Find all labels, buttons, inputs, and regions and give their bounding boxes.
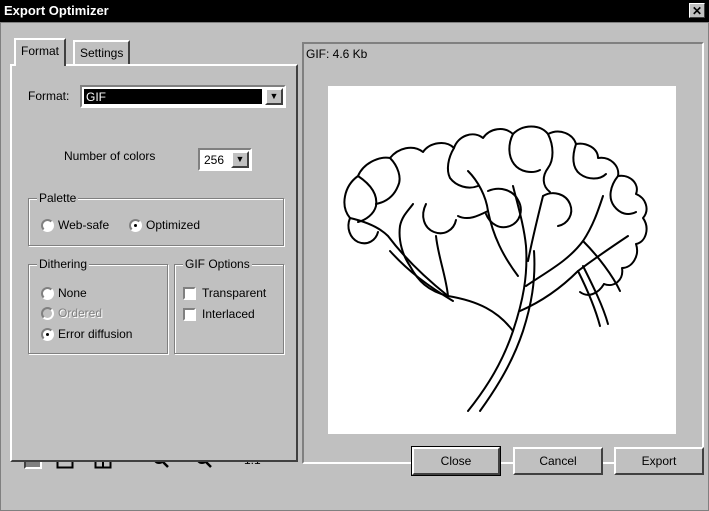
palette-optimized-radio[interactable] xyxy=(129,219,142,232)
preview-info: GIF: 4.6 Kb xyxy=(306,47,368,61)
dithering-error-diffusion-label: Error diffusion xyxy=(58,327,133,341)
dithering-ordered-label: Ordered xyxy=(58,306,103,320)
palette-legend: Palette xyxy=(37,191,79,205)
cancel-button[interactable]: Cancel xyxy=(513,447,603,475)
preview-image[interactable] xyxy=(328,86,676,434)
close-icon[interactable]: ✕ xyxy=(689,3,705,18)
dithering-none-label: None xyxy=(58,286,87,300)
dithering-ordered-radio xyxy=(41,307,54,320)
export-button[interactable]: Export xyxy=(614,447,704,475)
close-button[interactable]: Close xyxy=(411,446,501,476)
transparent-checkbox[interactable] xyxy=(183,287,196,300)
window-title: Export Optimizer xyxy=(4,3,109,18)
tab-settings-label: Settings xyxy=(80,46,124,60)
tab-format-label: Format xyxy=(21,44,60,58)
dithering-none-radio[interactable] xyxy=(41,287,54,300)
format-panel: Format: GIF ▼ Number of colors 256 ▼ Pal… xyxy=(10,64,298,462)
format-label: Format: xyxy=(28,89,70,103)
tab-settings[interactable]: Settings xyxy=(73,40,131,64)
format-select-value: GIF xyxy=(84,89,262,104)
chevron-down-icon[interactable]: ▼ xyxy=(265,88,283,105)
gif-options-group: GIF Options Transparent Interlaced xyxy=(174,257,284,354)
palette-websafe-label: Web-safe xyxy=(58,218,110,232)
dithering-legend: Dithering xyxy=(37,257,90,271)
title-bar[interactable]: Export Optimizer ✕ xyxy=(0,0,709,22)
gif-options-legend: GIF Options xyxy=(183,257,252,271)
interlaced-label: Interlaced xyxy=(202,307,255,321)
format-select[interactable]: GIF ▼ xyxy=(80,85,286,108)
palette-optimized-label: Optimized xyxy=(146,218,201,232)
transparent-label: Transparent xyxy=(202,286,267,300)
tab-format[interactable]: Format xyxy=(14,38,67,66)
palette-websafe-radio[interactable] xyxy=(41,219,54,232)
tree-image xyxy=(343,125,648,412)
colors-select-value: 256 xyxy=(204,153,225,167)
interlaced-checkbox[interactable] xyxy=(183,308,196,321)
chevron-down-icon[interactable]: ▼ xyxy=(231,151,249,168)
colors-label: Number of colors xyxy=(64,149,156,163)
palette-group: Palette Web-safe Optimized xyxy=(28,191,284,246)
dithering-error-diffusion-radio[interactable] xyxy=(41,328,54,341)
colors-select[interactable]: 256 ▼ xyxy=(198,148,252,171)
dithering-group: Dithering None Ordered Error diffusion xyxy=(28,257,168,354)
preview-pane: GIF: 4.6 Kb xyxy=(302,42,704,464)
